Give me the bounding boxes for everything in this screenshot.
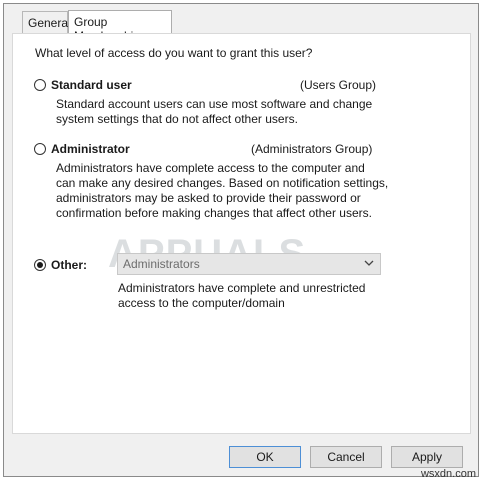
users-group-note: (Users Group): [300, 78, 377, 92]
description-line: Administrators have complete and unrestr…: [118, 281, 366, 295]
group-membership-panel: [12, 33, 471, 434]
description-line: system settings that do not affect other…: [56, 112, 298, 126]
other-radio[interactable]: [34, 259, 46, 271]
description-line: confirmation before making changes that …: [56, 206, 372, 220]
description-line: can make any desired changes. Based on n…: [56, 176, 389, 190]
standard-user-option[interactable]: Standard user: [34, 78, 132, 92]
administrator-radio[interactable]: [34, 143, 46, 155]
description-line: administrators may be asked to provide t…: [56, 191, 361, 205]
standard-user-radio[interactable]: [34, 79, 46, 91]
apply-button[interactable]: Apply: [391, 446, 463, 468]
cancel-button[interactable]: Cancel: [310, 446, 382, 468]
administrator-option[interactable]: Administrator: [34, 142, 130, 156]
administrators-group-note: (Administrators Group): [251, 142, 373, 156]
standard-user-description: Standard account users can use most soft…: [56, 97, 372, 127]
description-line: Standard account users can use most soft…: [56, 97, 373, 111]
administrator-label[interactable]: Administrator: [51, 142, 130, 156]
other-option[interactable]: Other:: [34, 258, 87, 272]
tab-general[interactable]: General: [22, 11, 71, 33]
site-watermark: wsxdn.com: [420, 468, 476, 480]
other-label[interactable]: Other:: [51, 258, 87, 272]
chevron-down-icon[interactable]: [363, 257, 375, 269]
access-prompt: What level of access do you want to gran…: [35, 46, 313, 60]
standard-user-label[interactable]: Standard user: [51, 78, 132, 92]
group-select-value: Administrators: [123, 257, 200, 271]
group-select[interactable]: Administrators: [117, 253, 381, 275]
tab-group-membership[interactable]: Group Membership: [68, 10, 172, 43]
other-description: Administrators have complete and unrestr…: [118, 281, 365, 311]
administrator-description: Administrators have complete access to t…: [56, 161, 388, 221]
description-line: Administrators have complete access to t…: [56, 161, 365, 175]
ok-button[interactable]: OK: [229, 446, 301, 468]
description-line: access to the computer/domain: [118, 296, 285, 310]
